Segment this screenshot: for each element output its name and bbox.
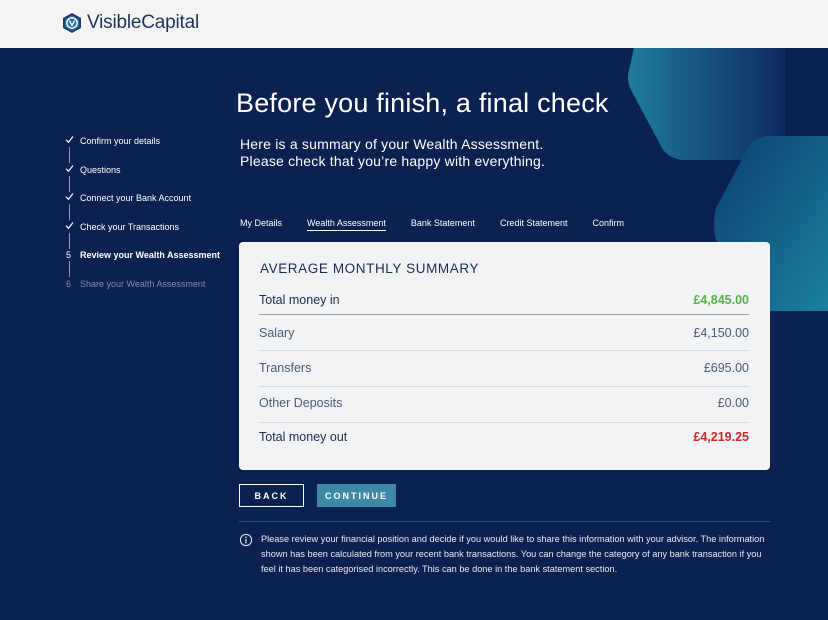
check-icon [62, 136, 80, 146]
row-value: £695.00 [703, 361, 749, 375]
total-money-out-row: Total money out £4,219.25 [259, 430, 749, 444]
step-connector [69, 147, 70, 163]
info-note: Please review your financial position an… [239, 532, 774, 578]
total-money-in-value: £4,845.00 [693, 293, 749, 307]
row-label: Salary [259, 326, 295, 340]
step-share-assessment: 6 Share your Wealth Assessment [62, 279, 220, 308]
main-area: Before you finish, a final check Here is… [0, 48, 828, 620]
step-connector [69, 232, 70, 249]
page-subtitle: Here is a summary of your Wealth Assessm… [240, 136, 545, 170]
transfers-row: Transfers £695.00 [259, 361, 749, 375]
check-icon [62, 164, 80, 175]
step-confirm-details[interactable]: Confirm your details [62, 136, 220, 165]
step-connector [69, 204, 70, 221]
salary-row: Salary £4,150.00 [259, 326, 749, 340]
info-icon [239, 533, 253, 547]
page-title: Before you finish, a final check [236, 88, 609, 118]
brand-logo[interactable]: VisibleCapital [61, 12, 199, 34]
info-text: Please review your financial position an… [261, 534, 765, 575]
brand-name: VisibleCapital [87, 12, 199, 33]
top-bar: VisibleCapital [0, 0, 828, 48]
row-label: Transfers [259, 361, 312, 375]
step-questions[interactable]: Questions [62, 165, 220, 194]
step-label: Check your Transactions [80, 221, 180, 232]
step-label: Connect your Bank Account [80, 193, 192, 204]
check-icon [62, 221, 80, 232]
tab-bank-statement[interactable]: Bank Statement [411, 218, 475, 231]
step-connector [69, 175, 70, 192]
subtitle-line-1: Here is a summary of your Wealth Assessm… [240, 136, 544, 152]
continue-button[interactable]: CONTINUE [317, 484, 396, 507]
step-check-transactions[interactable]: Check your Transactions [62, 222, 220, 251]
back-button[interactable]: BACK [239, 484, 304, 507]
row-label: Total money in [259, 293, 340, 307]
step-label: Review your Wealth Assessment [80, 250, 221, 261]
row-divider [259, 422, 749, 423]
step-review-assessment[interactable]: 5 Review your Wealth Assessment [62, 250, 220, 279]
row-divider [259, 386, 749, 387]
logo-hexagon-icon [63, 13, 81, 33]
step-connector [69, 261, 70, 278]
step-label: Share your Wealth Assessment [80, 278, 206, 289]
tab-wealth-assessment[interactable]: Wealth Assessment [307, 218, 386, 231]
step-number: 6 [66, 278, 72, 289]
section-tabs: My Details Wealth Assessment Bank Statem… [240, 218, 649, 231]
row-divider [259, 314, 749, 315]
row-label: Total money out [259, 430, 348, 444]
row-label: Other Deposits [259, 396, 343, 410]
card-title: AVERAGE MONTHLY SUMMARY [260, 261, 480, 276]
progress-steps: Confirm your details Questions Connect y… [62, 136, 220, 308]
row-divider [259, 350, 749, 351]
step-connect-bank[interactable]: Connect your Bank Account [62, 193, 220, 222]
monthly-summary-card: AVERAGE MONTHLY SUMMARY Total money in £… [239, 242, 770, 470]
tab-credit-statement[interactable]: Credit Statement [500, 218, 568, 231]
tab-confirm[interactable]: Confirm [592, 218, 624, 231]
tab-my-details[interactable]: My Details [240, 218, 282, 231]
subtitle-line-2: Please check that you’re happy with ever… [240, 153, 546, 169]
total-money-out-value: £4,219.25 [693, 430, 749, 444]
other-deposits-row: Other Deposits £0.00 [259, 396, 749, 410]
check-icon [62, 193, 80, 203]
section-divider [239, 521, 770, 522]
step-label: Questions [80, 164, 121, 175]
step-number: 5 [66, 250, 72, 261]
row-value: £4,150.00 [693, 326, 749, 340]
total-money-in-row: Total money in £4,845.00 [259, 293, 749, 307]
step-label: Confirm your details [80, 136, 161, 146]
row-value: £0.00 [717, 396, 749, 410]
